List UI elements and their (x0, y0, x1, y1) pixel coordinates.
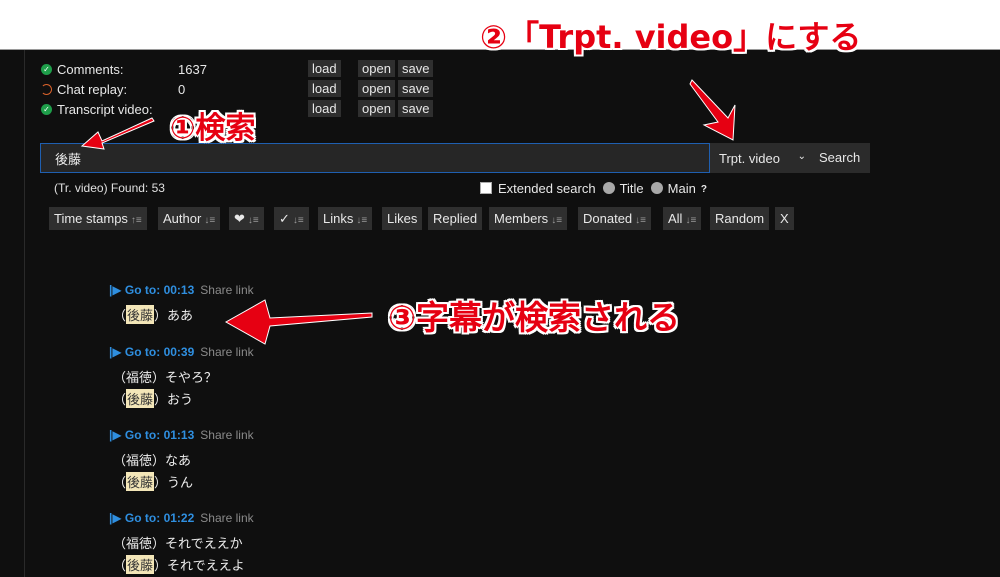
arrow-step2 (689, 79, 736, 141)
arrow-step1 (80, 117, 155, 150)
annotation-arrows (80, 79, 736, 345)
arrow-step3 (224, 299, 373, 345)
